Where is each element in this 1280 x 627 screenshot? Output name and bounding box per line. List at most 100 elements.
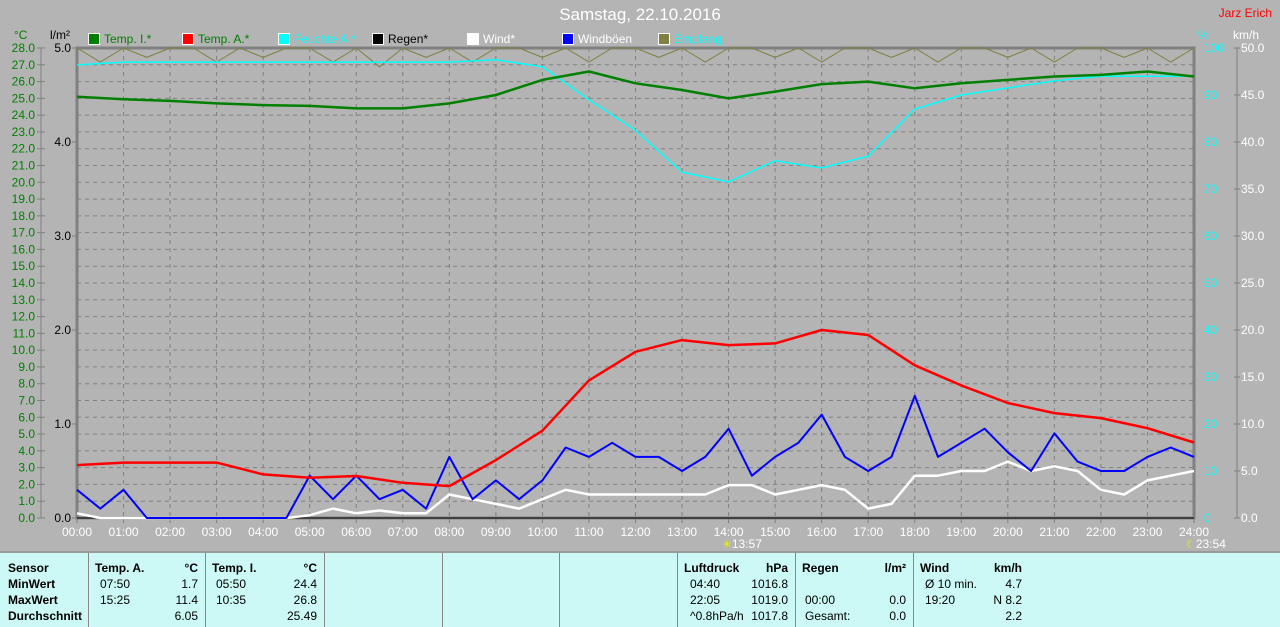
temp-tick-label: 14.0 — [12, 276, 36, 290]
rain-tick-label: 5.0 — [54, 41, 71, 55]
humidity-tick-label: 60 — [1204, 229, 1218, 243]
x-tick-label: 03:00 — [202, 525, 232, 539]
rain-tick-label: 2.0 — [54, 323, 71, 337]
x-tick-label: 15:00 — [760, 525, 790, 539]
summary-cell: 26.8 — [293, 593, 317, 607]
humidity-tick-label: 10 — [1204, 464, 1218, 478]
temp-tick-label: 17.0 — [12, 226, 36, 240]
x-tick-label: 19:00 — [946, 525, 976, 539]
x-tick-label: 13:00 — [667, 525, 697, 539]
x-tick-label: 17:00 — [853, 525, 883, 539]
temp-tick-label: 23.0 — [12, 125, 36, 139]
temp-tick-label: 25.0 — [12, 91, 36, 105]
wind-tick-label: 35.0 — [1241, 182, 1265, 196]
summary-cell: 1019.0 — [751, 593, 788, 607]
x-tick-label: 02:00 — [155, 525, 185, 539]
marker-2: ☾23:54 — [1186, 537, 1226, 551]
temp-tick-label: 9.0 — [18, 360, 35, 374]
x-tick-label: 10:00 — [527, 525, 557, 539]
wind-tick-label: 25.0 — [1241, 276, 1265, 290]
temp-tick-label: 19.0 — [12, 192, 36, 206]
summary-cell: 1.7 — [181, 577, 198, 591]
wind-tick-label: 45.0 — [1241, 88, 1265, 102]
summary-cell: 05:50 — [216, 577, 247, 591]
sun-icon: ☀ — [722, 539, 732, 551]
wind-tick-label: 50.0 — [1241, 41, 1265, 55]
x-tick-label: 04:00 — [248, 525, 278, 539]
temp-tick-label: 27.0 — [12, 58, 36, 72]
temp-tick-label: 13.0 — [12, 293, 36, 307]
temp-tick-label: 10.0 — [12, 343, 36, 357]
temp-tick-label: 18.0 — [12, 209, 36, 223]
x-tick-label: 16:00 — [807, 525, 837, 539]
summary-cell: ^0.8hPa/h — [690, 609, 744, 623]
x-tick-label: 21:00 — [1039, 525, 1069, 539]
rain-tick-label: 4.0 — [54, 135, 71, 149]
temp-tick-label: 2.0 — [18, 477, 35, 491]
summary-cell: km/h — [993, 561, 1022, 575]
temp-tick-label: 22.0 — [12, 142, 36, 156]
summary-cell: Sensor — [8, 561, 49, 575]
summary-cell: 0.0 — [889, 593, 906, 607]
summary-cell: 10:35 — [216, 593, 247, 607]
temp-tick-label: 28.0 — [12, 41, 36, 55]
weather-chart: 0.0 1.0 2.0 3.0 4.0 5.0 6.0 7.0 8.0 9.0 10.0 11.0 12… — [12, 41, 1265, 539]
summary-cell: 00:00 — [805, 593, 836, 607]
humidity-tick-label: 50 — [1204, 276, 1218, 290]
summary-cell: Temp. A. — [95, 561, 145, 575]
temp-tick-label: 24.0 — [12, 108, 36, 122]
summary-cell: 2.2 — [1005, 609, 1022, 623]
humidity-tick-label: 30 — [1204, 370, 1218, 384]
summary-cell: 07:50 — [100, 577, 131, 591]
x-tick-label: 09:00 — [481, 525, 511, 539]
wind-tick-label: 0.0 — [1241, 511, 1258, 525]
marker-time: 23:54 — [1195, 537, 1226, 551]
summary-cell: 24.4 — [293, 577, 317, 591]
marker-time: 13:57 — [731, 537, 762, 551]
x-tick-label: 12:00 — [620, 525, 650, 539]
x-tick-label: 06:00 — [341, 525, 371, 539]
summary-cell: 25.49 — [286, 609, 317, 623]
summary-cell: °C — [184, 561, 198, 575]
x-tick-label: 23:00 — [1132, 525, 1162, 539]
humidity-tick-label: 40 — [1204, 323, 1218, 337]
x-tick-label: 20:00 — [993, 525, 1023, 539]
rain-tick-label: 3.0 — [54, 229, 71, 243]
summary-panel: Sensor MinWert MaxWert Durchschnitt Temp. A.… — [0, 551, 1280, 627]
temp-tick-label: 12.0 — [12, 310, 36, 324]
humidity-tick-label: 0 — [1204, 511, 1211, 525]
temp-tick-label: 5.0 — [18, 427, 35, 441]
marker-1: ☀13:57 — [722, 537, 762, 551]
summary-cell: Durchschnitt — [8, 609, 83, 623]
moon-icon: ☾ — [1186, 539, 1196, 551]
temp-tick-label: 4.0 — [18, 444, 35, 458]
temp-tick-label: 21.0 — [12, 159, 36, 173]
summary-cell: Ø 10 min. — [925, 577, 978, 591]
summary-cell: MinWert — [8, 577, 56, 591]
summary-cell: 19:20 — [925, 593, 956, 607]
wind-tick-label: 5.0 — [1241, 464, 1258, 478]
summary-cell: 1016.8 — [751, 577, 788, 591]
summary-cell: 15:25 — [100, 593, 131, 607]
x-tick-label: 05:00 — [295, 525, 325, 539]
summary-cell: Luftdruck — [684, 561, 740, 575]
summary-cell: 11.4 — [175, 593, 198, 607]
temp-tick-label: 11.0 — [13, 326, 36, 340]
summary-cell: 04:40 — [690, 577, 721, 591]
summary-cell: 0.0 — [889, 609, 906, 623]
summary-cell: N 8.2 — [993, 593, 1022, 607]
x-tick-label: 22:00 — [1086, 525, 1116, 539]
x-tick-label: 18:00 — [900, 525, 930, 539]
humidity-tick-label: 100 — [1204, 41, 1224, 55]
summary-cell: Temp. I. — [212, 561, 257, 575]
summary-cell: Regen — [802, 561, 839, 575]
x-tick-label: 11:00 — [574, 525, 603, 539]
summary-cell: Wind — [920, 561, 950, 575]
x-tick-label: 07:00 — [388, 525, 418, 539]
temp-tick-label: 6.0 — [18, 410, 35, 424]
humidity-tick-label: 70 — [1204, 182, 1218, 196]
temp-tick-label: 26.0 — [12, 75, 36, 89]
summary-cell: °C — [303, 561, 317, 575]
summary-cell: 6.05 — [174, 609, 198, 623]
rain-tick-label: 0.0 — [54, 511, 71, 525]
